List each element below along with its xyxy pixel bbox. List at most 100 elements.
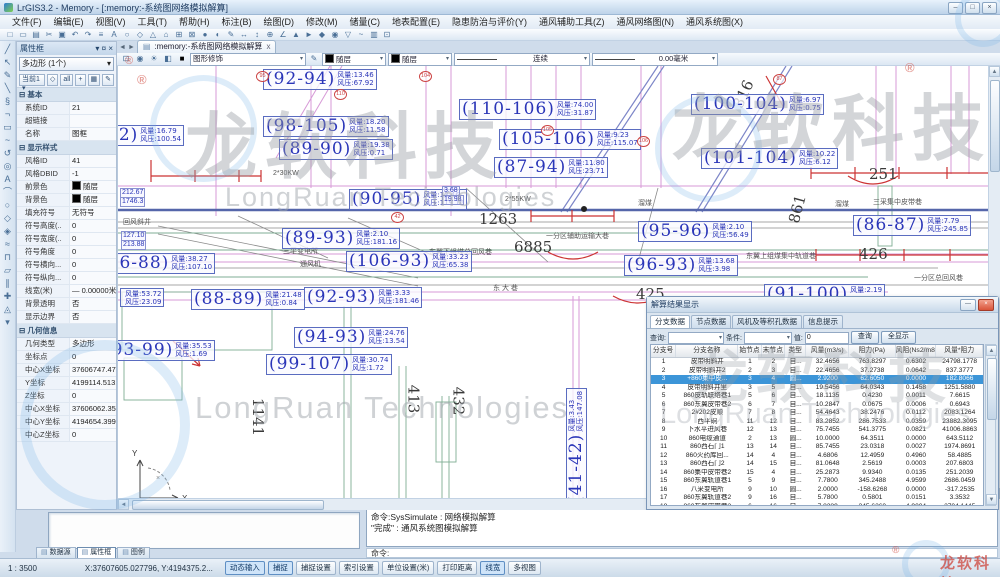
property-group-几何信息[interactable]: ⊟ 几何信息	[17, 324, 116, 338]
property-value[interactable]: — 0.00000米	[69, 285, 116, 297]
toolbar-icon-18[interactable]: ✎	[225, 30, 237, 40]
draw-tool-icon-6[interactable]: ¬	[5, 109, 10, 119]
menu-储量(C)[interactable]: 储量(C)	[344, 16, 387, 28]
property-row[interactable]: 名称图框	[17, 128, 116, 141]
status-button-线宽[interactable]: 线宽	[480, 561, 505, 575]
results-tab-风机及等积孔数据[interactable]: 风机及等积孔数据	[732, 315, 802, 328]
dialog-minimize-icon[interactable]: —	[960, 299, 976, 311]
property-tool-5[interactable]: ▦	[88, 74, 101, 86]
maximize-icon[interactable]: □	[965, 2, 980, 14]
toolbar-icon-19[interactable]: ↔	[238, 30, 250, 40]
toolbar-icon-24[interactable]: ►	[303, 30, 315, 40]
property-value[interactable]: 图框	[69, 128, 116, 140]
bulb-icon[interactable]: ◉	[134, 54, 146, 64]
column-header-始节点[interactable]: 始节点	[738, 345, 761, 357]
toolbar-icon-13[interactable]: ⌂	[160, 30, 172, 40]
property-row[interactable]: 显示边界否	[17, 311, 116, 324]
property-value[interactable]: 41	[69, 155, 116, 167]
draw-tool-icon-3[interactable]: ✎	[4, 70, 12, 80]
draw-tool-icon-1[interactable]: ╱	[5, 44, 10, 54]
command-history[interactable]: 命令:SysSimulate : 网络模拟解算 "完成" : 通风系统图模拟解算	[366, 509, 998, 547]
property-row[interactable]: 线宽(米)— 0.00000米	[17, 285, 116, 298]
show-all-button[interactable]: 全显示	[881, 331, 916, 344]
toolbar-icon-21[interactable]: ⊕	[264, 30, 276, 40]
property-value[interactable]: 0	[69, 259, 116, 271]
linewidth-combo[interactable]: 0.00毫米▾	[592, 53, 718, 66]
tab-scroll-left-icon[interactable]: ◄	[119, 43, 126, 53]
draw-tool-icon-21[interactable]: ◬	[4, 304, 11, 314]
scroll-down-icon[interactable]: ▼	[986, 494, 997, 505]
draw-tool-icon-14[interactable]: ◇	[4, 213, 11, 223]
branch-label-(89-90)[interactable]: (89-90)风量:19.38风压:0.71	[279, 139, 393, 160]
close-icon[interactable]: ×	[982, 2, 997, 14]
results-dialog-titlebar[interactable]: 解算结果显示 — ×	[647, 297, 998, 313]
draw-tool-icon-17[interactable]: ⊓	[4, 252, 11, 262]
table-row-17[interactable]: 17860东翼轨道巷2916自...5.78000.58010.01513.35…	[651, 494, 983, 503]
property-value[interactable]: 0	[69, 272, 116, 284]
table-row-10[interactable]: 10860电缆通道213圆...10.000064.35110.0000643.…	[651, 435, 983, 444]
property-row[interactable]: 中心X坐标37606747.47...	[17, 364, 116, 377]
status-button-索引设置[interactable]: 索引设置	[339, 561, 379, 575]
property-tool-3[interactable]: all	[60, 74, 73, 86]
property-row[interactable]: 超链接	[17, 115, 116, 128]
status-button-打印距离[interactable]: 打印距离	[437, 561, 477, 575]
table-row-11[interactable]: 11860西石门11314自...85.745523.03180.0027197…	[651, 443, 983, 452]
toolbar-icon-20[interactable]: ↕	[251, 30, 263, 40]
table-row-18[interactable]: 18860东翼皮带巷2616自...7.8289345.62604.900427…	[651, 503, 983, 507]
node-marker-104[interactable]: 104	[419, 71, 432, 82]
table-row-4[interactable]: 4皮带明斜井里35自...19.545664.03430.14581251.58…	[651, 384, 983, 393]
property-row[interactable]: 符号角度0	[17, 246, 116, 259]
column-header-末节点[interactable]: 末节点	[762, 345, 785, 357]
dialog-close-icon[interactable]: ×	[978, 299, 994, 311]
foreground-color-combo[interactable]: 随层▾	[322, 53, 386, 66]
draw-tool-icon-9[interactable]: ↺	[4, 148, 12, 158]
property-value[interactable]: 4199114.513...	[69, 377, 116, 389]
column-header-风量*阻力[interactable]: 风量*阻力	[936, 345, 983, 357]
property-value[interactable]: 否	[69, 311, 116, 323]
menu-帮助(H)[interactable]: 帮助(H)	[173, 16, 216, 28]
draw-tool-icon-10[interactable]: ◎	[4, 161, 12, 171]
menu-地表配置(E)[interactable]: 地表配置(E)	[386, 16, 446, 28]
status-button-动态输入[interactable]: 动态输入	[225, 561, 265, 575]
property-row[interactable]: 中心Z坐标0	[17, 429, 116, 442]
property-value[interactable]: 随层	[69, 194, 116, 206]
property-value[interactable]: 21	[69, 102, 116, 114]
property-row[interactable]: 风格ID41	[17, 155, 116, 168]
selection-type-combo[interactable]: 多边形 (1个)▾	[19, 57, 114, 71]
toolbar-icon-11[interactable]: ◇	[134, 30, 146, 40]
property-row[interactable]: 风格DBID-1	[17, 168, 116, 181]
table-row-5[interactable]: 5860皮轨联络巷156自...18.11350.42300.00117.661…	[651, 392, 983, 401]
table-row-15[interactable]: 15860东翼轨道巷159自...7.7800345.24884.9599268…	[651, 477, 983, 486]
property-value[interactable]: 多边形	[69, 338, 116, 350]
toolbar-icon-14[interactable]: ⊞	[173, 30, 185, 40]
property-value[interactable]: 0	[69, 233, 116, 245]
property-row[interactable]: 坐标点0	[17, 351, 116, 364]
scroll-left-icon[interactable]: ◄	[118, 499, 129, 510]
table-row-9[interactable]: 9下水平进风巷1213自...75.7455541.37750.08214100…	[651, 426, 983, 435]
results-table-scrollbar[interactable]: ▲ ▼	[985, 344, 996, 506]
property-row[interactable]: 系统ID21	[17, 102, 116, 115]
column-header-类型[interactable]: 类型	[785, 345, 806, 357]
status-button-单位设置(米)[interactable]: 单位设置(米)	[382, 561, 435, 575]
status-button-捕捉设置[interactable]: 捕捉设置	[296, 561, 336, 575]
linetype-combo[interactable]: 连续▾	[454, 53, 590, 66]
draw-tool-icon-8[interactable]: ~	[5, 135, 10, 145]
toolbar-icon-30[interactable]: ⊡	[381, 30, 393, 40]
node-marker-110[interactable]: 110	[334, 89, 347, 100]
node-marker-95[interactable]: 95	[256, 71, 269, 82]
node-marker-105[interactable]: 105	[541, 125, 554, 136]
results-tab-分支数据[interactable]: 分支数据	[650, 315, 690, 328]
draw-tool-icon-11[interactable]: A	[4, 174, 10, 184]
property-row[interactable]: 几何类型多边形	[17, 338, 116, 351]
property-group-显示样式[interactable]: ⊟ 显示样式	[17, 141, 116, 155]
draw-tool-icon-2[interactable]: ↖	[4, 57, 12, 67]
tab-scroll-right-icon[interactable]: ►	[128, 43, 135, 53]
node-marker-106[interactable]: 106	[637, 136, 650, 147]
property-row[interactable]: 符号横向...0	[17, 259, 116, 272]
property-tool-4[interactable]: +	[75, 74, 85, 86]
menu-通风辅助工具(Z)[interactable]: 通风辅助工具(Z)	[533, 16, 611, 28]
toolbar-icon-22[interactable]: ∠	[277, 30, 289, 40]
toolbar-icon-26[interactable]: ◉	[329, 30, 341, 40]
toolbar-icon-12[interactable]: △	[147, 30, 159, 40]
toolbar-icon-23[interactable]: ▲	[290, 30, 302, 40]
